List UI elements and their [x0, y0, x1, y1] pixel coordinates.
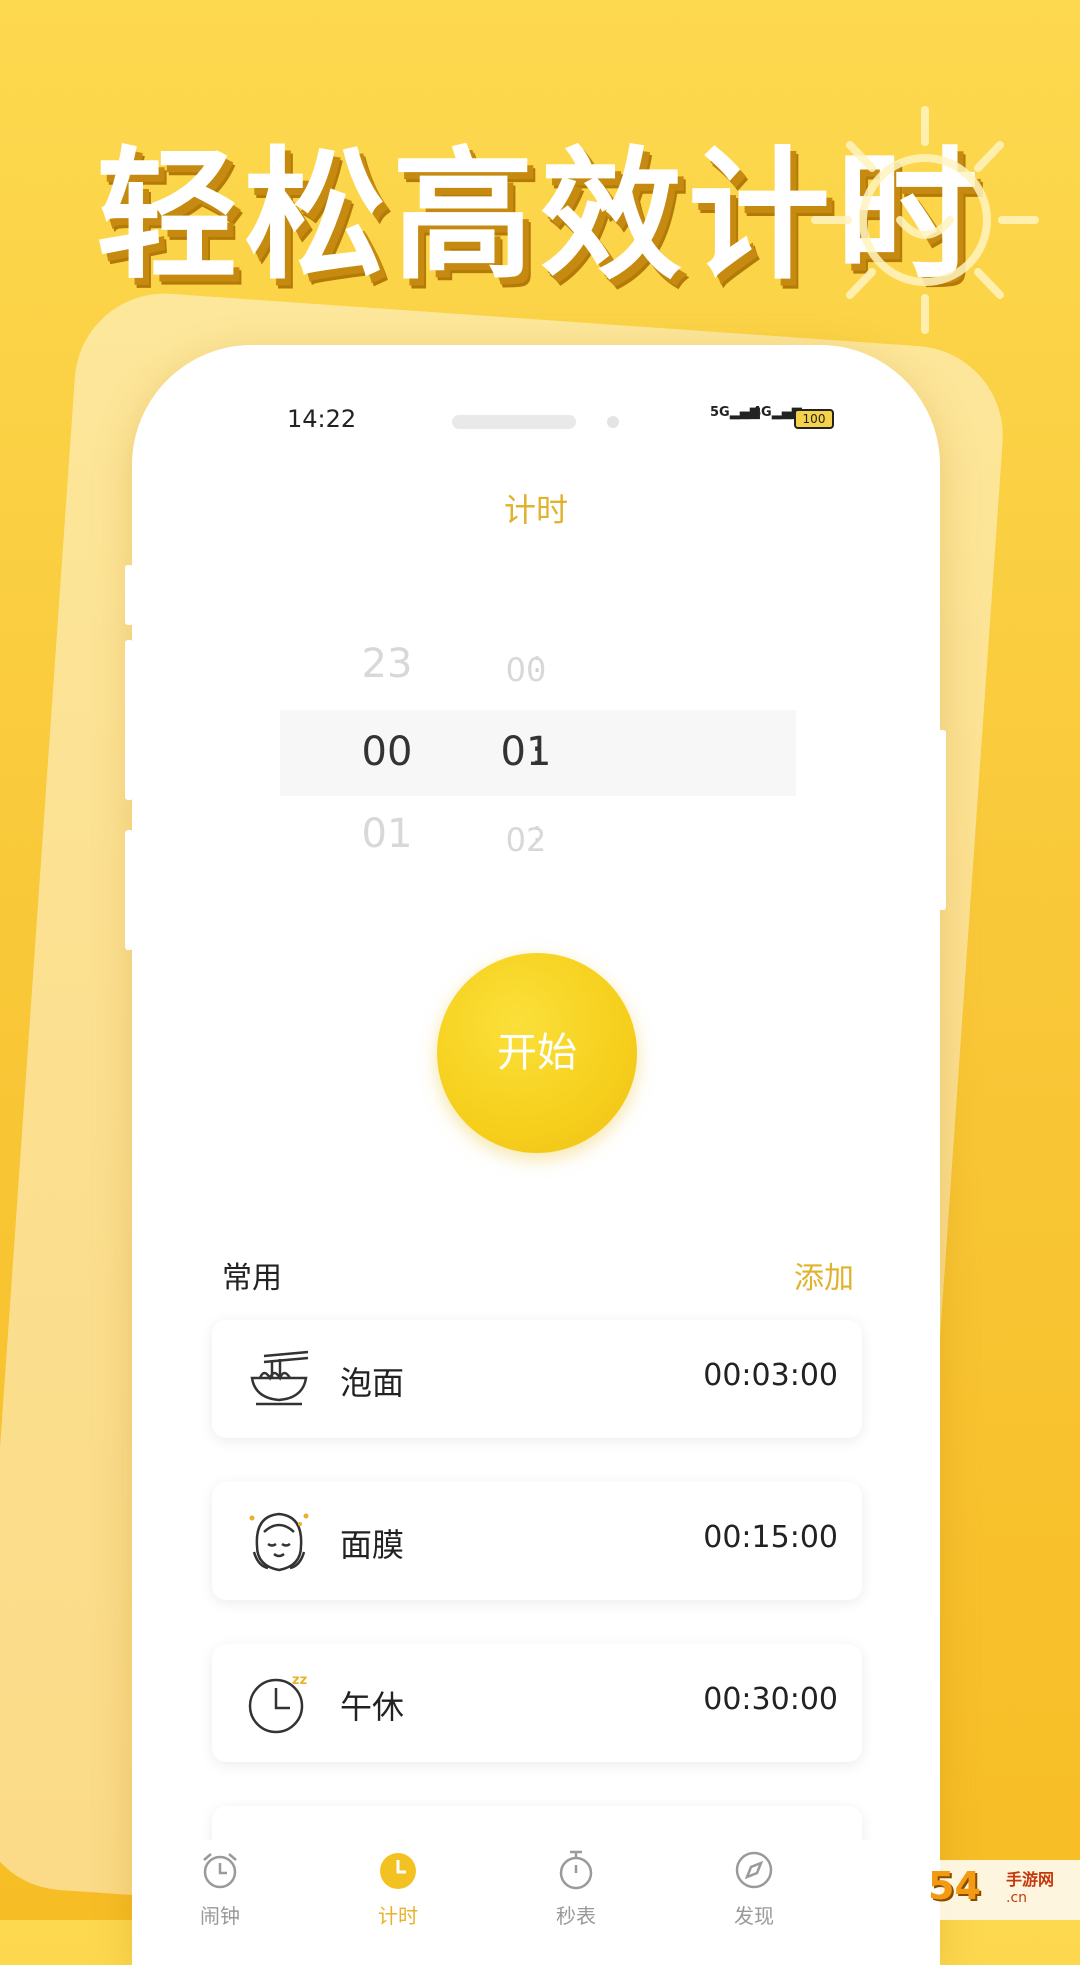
tab-stopwatch[interactable]: 秒表 — [516, 1840, 636, 1929]
compass-icon — [735, 1851, 773, 1889]
signal-4g-label: 4G — [752, 405, 772, 420]
svg-text:zz: zz — [292, 1673, 307, 1688]
site-watermark: 54 手游网 .cn — [920, 1860, 1080, 1920]
signal-5g-label: 5G — [710, 405, 730, 420]
picker-hour-below[interactable]: 01 — [327, 811, 447, 857]
picker-hour-selected[interactable]: 00 — [327, 729, 447, 775]
tab-label: 秒表 — [556, 1904, 596, 1928]
common-section-label: 常用 — [222, 1261, 282, 1296]
preset-card-mask[interactable]: 面膜 00:15:00 — [212, 1482, 862, 1600]
preset-name: 面膜 — [340, 1526, 405, 1564]
preset-name: 泡面 — [340, 1364, 405, 1402]
tab-alarm[interactable]: 闹钟 — [160, 1840, 280, 1929]
preset-card-noodles[interactable]: 泡面 00:03:00 — [212, 1320, 862, 1438]
add-preset-button[interactable]: 添加 — [794, 1253, 854, 1297]
speaker-bar — [452, 415, 576, 429]
timer-clock-icon — [380, 1853, 416, 1889]
power-button — [938, 730, 946, 910]
side-button — [125, 830, 133, 950]
noodle-bowl-icon — [250, 1350, 309, 1406]
phone-frame: 14:22 5G▂▄▆ 4G▂▄▆ 100 计时 23 : 00 00 : 01… — [132, 345, 940, 1965]
picker-minute-below[interactable]: 02 — [466, 821, 586, 859]
watermark-logo: 54 — [928, 1864, 981, 1908]
preset-duration: 00:03:00 — [703, 1358, 838, 1393]
face-mask-icon — [249, 1512, 309, 1572]
preset-card-nap[interactable]: zz 午休 00:30:00 — [212, 1644, 862, 1762]
nap-clock-icon: zz — [248, 1673, 307, 1734]
picker-minute-selected[interactable]: 01 — [466, 729, 586, 775]
watermark-domain: .cn — [1006, 1890, 1028, 1906]
tab-discover[interactable]: 发现 — [694, 1840, 814, 1929]
status-time: 14:22 — [287, 405, 357, 433]
preset-duration: 00:15:00 — [703, 1520, 838, 1555]
page-title: 计时 — [503, 491, 568, 529]
tab-label: 闹钟 — [200, 1904, 240, 1928]
preset-duration: 00:30:00 — [703, 1682, 838, 1717]
volume-button — [125, 565, 133, 625]
tab-label: 发现 — [734, 1904, 774, 1928]
battery-icon: 100 — [794, 409, 834, 429]
tab-label: 计时 — [378, 1904, 418, 1928]
alarm-clock-icon — [203, 1853, 237, 1889]
volume-rocker — [125, 640, 133, 800]
camera-dot — [607, 416, 619, 428]
preset-name: 午休 — [340, 1688, 405, 1726]
picker-minute-above[interactable]: 00 — [466, 651, 586, 689]
picker-hour-above[interactable]: 23 — [327, 641, 447, 687]
stopwatch-icon — [559, 1850, 593, 1890]
tab-timer[interactable]: 计时 — [338, 1840, 458, 1929]
bottom-tab-bar: 闹钟 计时 秒表 发现 — [132, 1840, 940, 1965]
status-bar: 14:22 5G▂▄▆ 4G▂▄▆ 100 — [132, 405, 940, 445]
start-button[interactable]: 开始 — [437, 953, 637, 1153]
sun-illustration — [811, 106, 1039, 334]
watermark-site-name: 手游网 — [1006, 1870, 1055, 1889]
